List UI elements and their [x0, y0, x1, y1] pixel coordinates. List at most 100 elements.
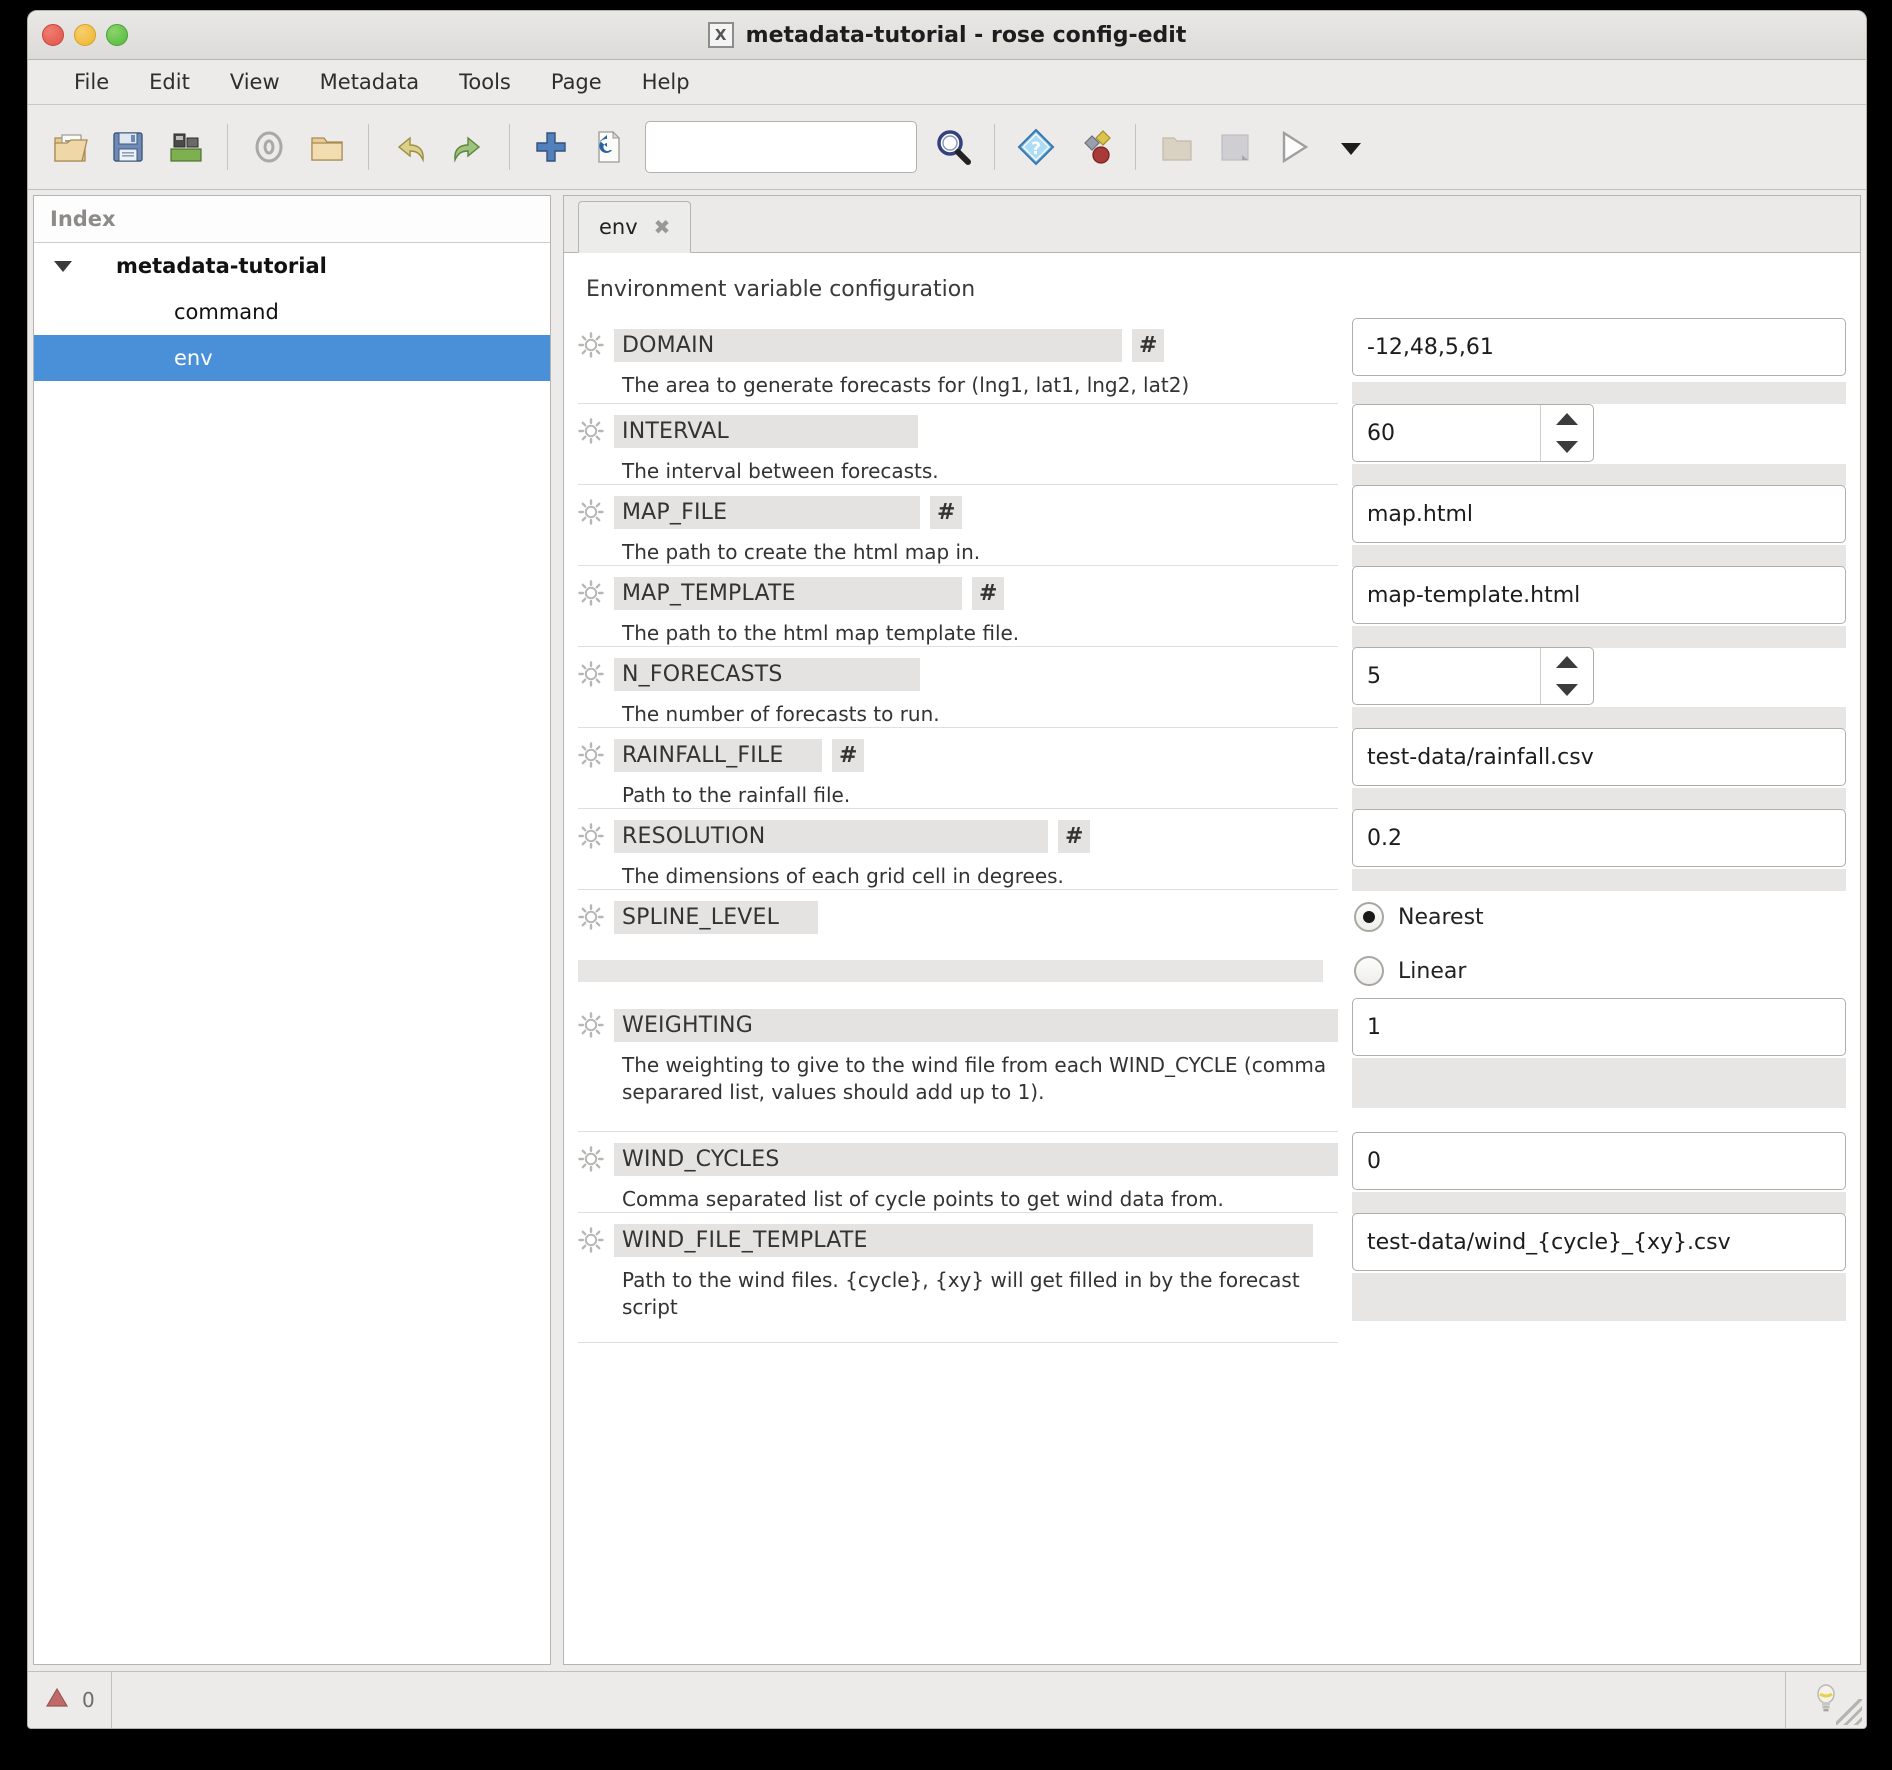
gear-icon[interactable]	[578, 1146, 604, 1172]
save-all-icon[interactable]	[158, 119, 214, 175]
error-count-cell[interactable]: 0	[28, 1672, 112, 1728]
run-menu-arrow-icon[interactable]	[1323, 119, 1379, 175]
value-field-domain[interactable]: -12,48,5,61	[1352, 318, 1846, 376]
variable-name[interactable]: N_FORECASTS	[614, 657, 920, 691]
revert-icon[interactable]	[581, 119, 637, 175]
tree-item-metadata-tutorial[interactable]: metadata-tutorial	[34, 243, 550, 289]
search-input[interactable]	[645, 121, 917, 173]
tab-strip: env ✖	[564, 196, 1860, 253]
variable-name[interactable]: SPLINE_LEVEL	[614, 900, 818, 934]
variable-name[interactable]: INTERVAL	[614, 414, 918, 448]
spacer-bar	[578, 960, 1323, 982]
spinner-value: 5	[1367, 663, 1381, 689]
gear-icon[interactable]	[578, 499, 604, 525]
view-fixed-icon[interactable]	[1207, 119, 1263, 175]
gear-icon[interactable]	[578, 580, 604, 606]
menu-help[interactable]: Help	[626, 65, 706, 99]
value-field-map-template[interactable]: map-template.html	[1352, 566, 1846, 624]
find-icon[interactable]	[925, 119, 981, 175]
variable-name[interactable]: MAP_TEMPLATE	[614, 576, 962, 610]
page-title: Environment variable configuration	[586, 277, 976, 302]
chevron-up-icon	[1556, 413, 1578, 425]
hint-cell[interactable]	[1786, 1672, 1866, 1728]
variable-description: Path to the rainfall file.	[622, 783, 851, 807]
menu-metadata[interactable]: Metadata	[304, 65, 435, 99]
toolbar-separator	[994, 124, 995, 170]
undo-icon[interactable]	[382, 119, 438, 175]
variable-description: The area to generate forecasts for (lng1…	[622, 373, 1190, 397]
menu-file[interactable]: File	[58, 65, 125, 99]
variable-name[interactable]: RESOLUTION	[614, 819, 1048, 853]
value-field-weighting[interactable]: 1	[1352, 998, 1846, 1056]
value-field-rainfall-file[interactable]: test-data/rainfall.csv	[1352, 728, 1846, 786]
variable-name[interactable]: DOMAIN	[614, 328, 1122, 362]
check-all-icon[interactable]	[241, 119, 297, 175]
spinner-value: 60	[1367, 420, 1395, 446]
variables-form: DOMAIN # The area to generate forecasts …	[564, 318, 1860, 1664]
tree-item-command[interactable]: command	[34, 289, 550, 335]
new-config-icon[interactable]	[42, 119, 98, 175]
open-folder-icon[interactable]	[299, 119, 355, 175]
radio-option-nearest[interactable]: Nearest	[1352, 890, 1846, 944]
chevron-down-icon	[1556, 684, 1578, 696]
variable-description: Comma separated list of cycle points to …	[622, 1187, 1224, 1211]
gear-icon[interactable]	[578, 661, 604, 687]
gear-icon[interactable]	[578, 823, 604, 849]
warning-triangle-icon	[44, 1685, 70, 1716]
spinner-up-button[interactable]	[1541, 405, 1593, 433]
gear-icon[interactable]	[578, 418, 604, 444]
gear-icon[interactable]	[578, 742, 604, 768]
toolbar-separator	[227, 124, 228, 170]
variable-optional-marker: #	[930, 495, 963, 529]
tab-env[interactable]: env ✖	[578, 201, 692, 253]
close-window-button[interactable]	[42, 24, 64, 46]
spinner-up-button[interactable]	[1541, 648, 1593, 676]
menu-page[interactable]: Page	[535, 65, 618, 99]
variable-row-resolution: RESOLUTION # The dimensions of each grid…	[578, 809, 1338, 890]
toolbar-separator	[368, 124, 369, 170]
maximize-window-button[interactable]	[106, 24, 128, 46]
value-field-resolution[interactable]: 0.2	[1352, 809, 1846, 867]
variable-name[interactable]: WIND_FILE_TEMPLATE	[614, 1223, 1313, 1257]
redo-icon[interactable]	[440, 119, 496, 175]
variable-description: The weighting to give to the wind file f…	[622, 1053, 1327, 1104]
variable-name[interactable]: RAINFALL_FILE	[614, 738, 822, 772]
gear-icon[interactable]	[578, 332, 604, 358]
metadata-icon[interactable]	[1066, 119, 1122, 175]
tab-label: env	[599, 215, 638, 239]
menu-tools[interactable]: Tools	[443, 65, 527, 99]
variable-name[interactable]: WIND_CYCLES	[614, 1142, 1338, 1176]
gear-icon[interactable]	[578, 904, 604, 930]
value-field-map-file[interactable]: map.html	[1352, 485, 1846, 543]
value-spinner-n-forecasts[interactable]: 5	[1352, 647, 1594, 705]
radio-button-selected[interactable]	[1354, 902, 1384, 932]
title-bar: X metadata-tutorial - rose config-edit	[28, 11, 1866, 60]
variable-name[interactable]: WEIGHTING	[614, 1008, 1338, 1042]
chevron-down-icon[interactable]	[54, 260, 72, 272]
gear-icon[interactable]	[578, 1227, 604, 1253]
close-icon[interactable]: ✖	[654, 215, 671, 239]
value-field-wind-cycles[interactable]: 0	[1352, 1132, 1846, 1190]
value-spinner-interval[interactable]: 60	[1352, 404, 1594, 462]
variable-row-wind-cycles: WIND_CYCLES Comma separated list of cycl…	[578, 1132, 1338, 1213]
resize-grip[interactable]	[1836, 1699, 1862, 1725]
spinner-down-button[interactable]	[1541, 433, 1593, 461]
variable-row-weighting: WEIGHTING The weighting to give to the w…	[578, 998, 1338, 1132]
run-suite-icon[interactable]	[1265, 119, 1321, 175]
tree-item-env[interactable]: env	[34, 335, 550, 381]
radio-button-unselected[interactable]	[1354, 956, 1384, 986]
value-field-wind-file-template[interactable]: test-data/wind_{cycle}_{xy}.csv	[1352, 1213, 1846, 1271]
help-icon[interactable]: ?	[1008, 119, 1064, 175]
gear-icon[interactable]	[578, 1012, 604, 1038]
add-icon[interactable]	[523, 119, 579, 175]
minimize-window-button[interactable]	[74, 24, 96, 46]
view-latent-icon[interactable]	[1149, 119, 1205, 175]
menu-edit[interactable]: Edit	[133, 65, 206, 99]
radio-option-linear[interactable]: Linear	[1352, 944, 1846, 998]
variable-name[interactable]: MAP_FILE	[614, 495, 920, 529]
save-icon[interactable]	[100, 119, 156, 175]
spinner-down-button[interactable]	[1541, 676, 1593, 704]
menu-view[interactable]: View	[214, 65, 296, 99]
chevron-up-icon	[1556, 656, 1578, 668]
variable-description: The interval between forecasts.	[622, 459, 939, 483]
